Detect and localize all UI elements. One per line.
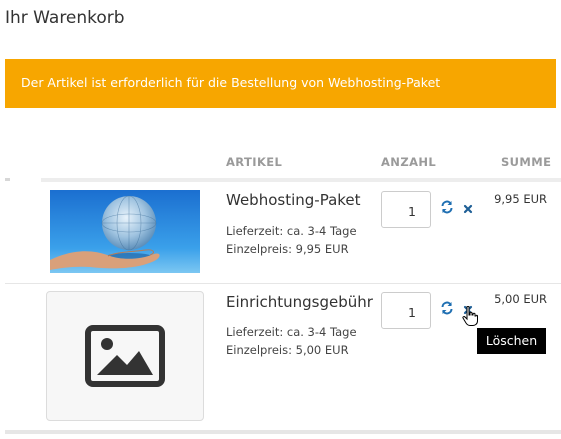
- item-delivery-time: Lieferzeit: ca. 3-4 Tage: [226, 224, 357, 238]
- hand-holding-globe-photo: [50, 195, 160, 270]
- product-image[interactable]: [50, 190, 200, 273]
- refresh-icon[interactable]: [440, 199, 454, 214]
- column-header-sum: SUMME: [501, 155, 552, 169]
- divider-gap: [5, 178, 41, 182]
- refresh-icon[interactable]: [440, 300, 454, 315]
- item-unit-price: Einzelpreis: 5,00 EUR: [226, 343, 349, 357]
- quantity-input[interactable]: 1: [381, 191, 431, 228]
- item-unit-price: Einzelpreis: 9,95 EUR: [226, 242, 349, 256]
- column-header-quantity: ANZAHL: [381, 155, 437, 169]
- page-title: Ihr Warenkorb: [5, 8, 125, 28]
- hand-cursor-icon: [462, 305, 478, 330]
- item-name: Webhosting-Paket: [226, 191, 361, 209]
- row-divider: [5, 283, 561, 284]
- column-header-article: ARTIKEL: [226, 155, 283, 169]
- image-placeholder-icon: [85, 325, 165, 387]
- required-item-alert: Der Artikel ist erforderlich für die Bes…: [5, 59, 556, 108]
- product-image[interactable]: [46, 291, 204, 421]
- divider-edge: [5, 178, 10, 181]
- item-sum: 9,95 EUR: [494, 192, 547, 206]
- delete-tooltip: Löschen: [477, 328, 546, 354]
- item-sum: 5,00 EUR: [494, 292, 547, 306]
- close-icon[interactable]: [462, 200, 476, 214]
- quantity-input[interactable]: 1: [381, 292, 431, 329]
- table-header-divider: [5, 178, 561, 182]
- table-footer-divider: [5, 430, 561, 434]
- item-delivery-time: Lieferzeit: ca. 3-4 Tage: [226, 325, 357, 339]
- item-name: Einrichtungsgebühr: [226, 293, 373, 311]
